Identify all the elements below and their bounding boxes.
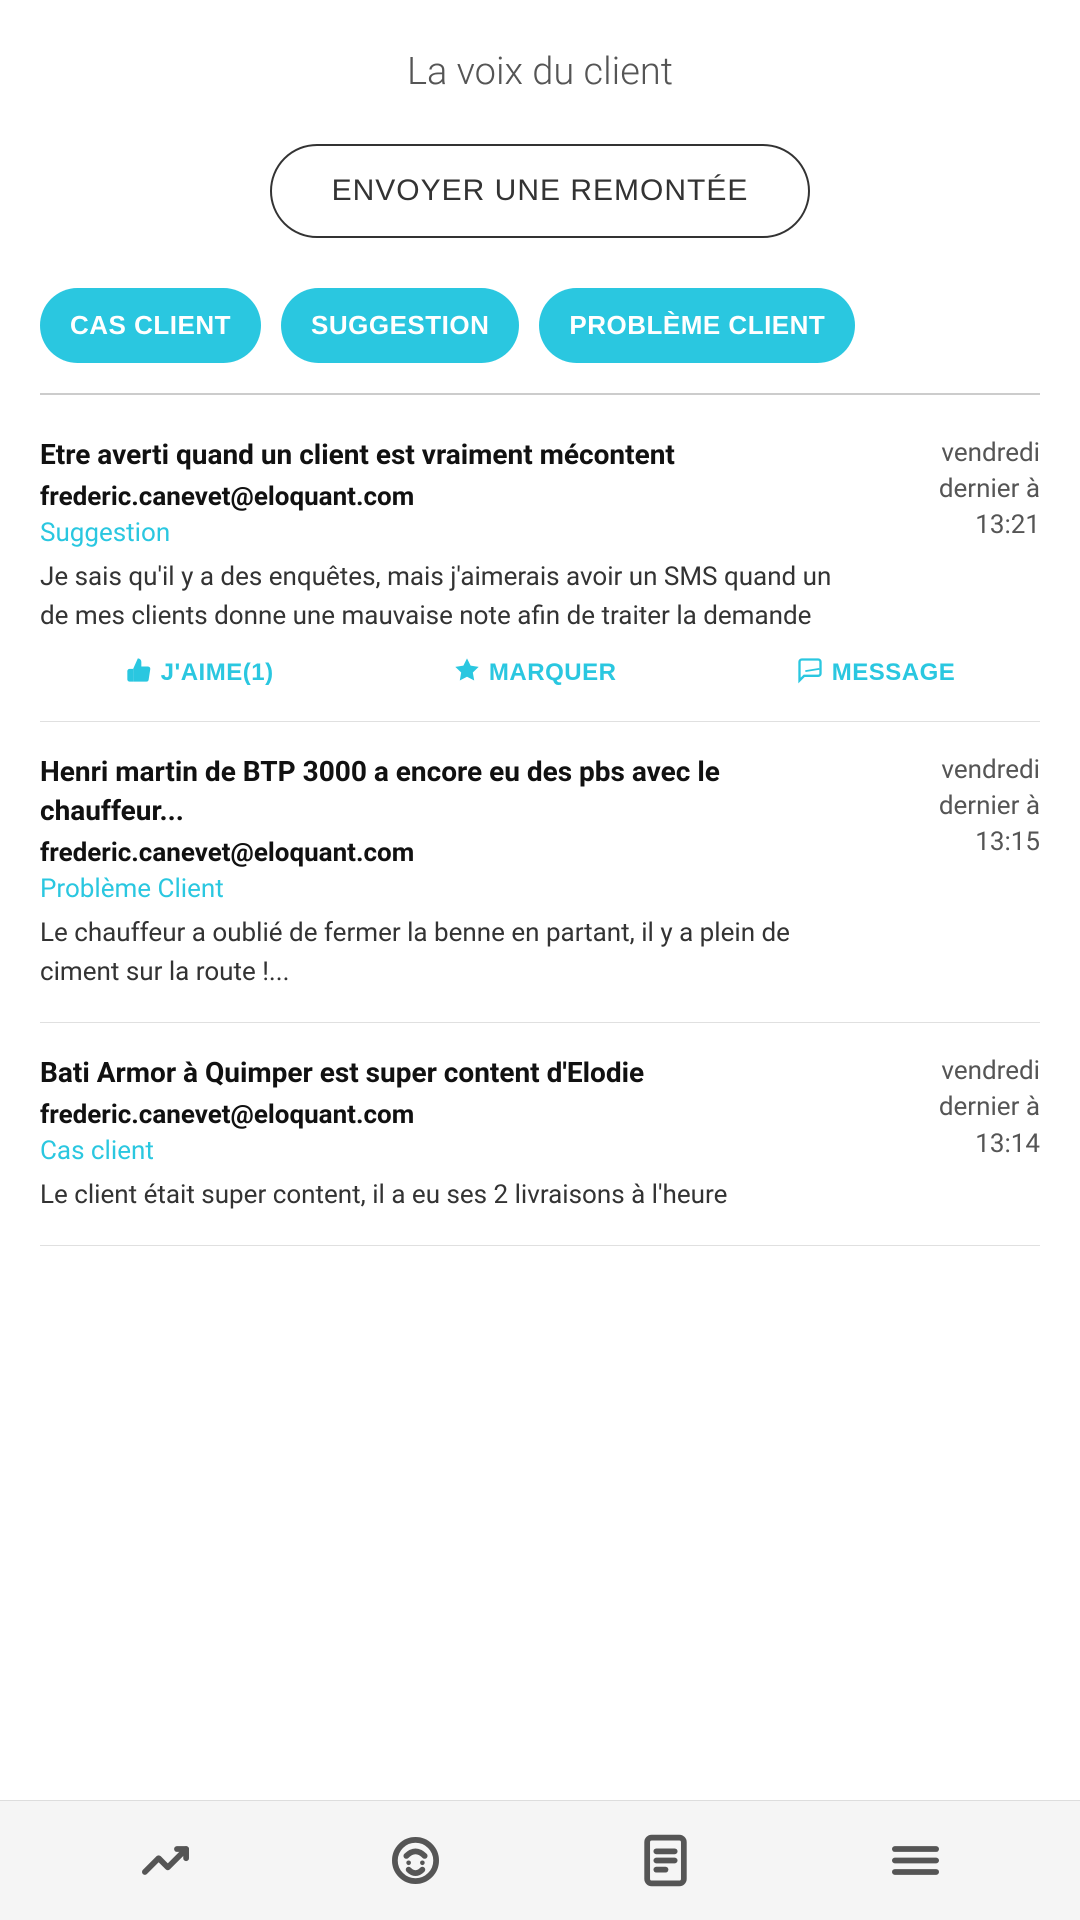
feed-item-title: Bati Armor à Quimper est super content d… (40, 1053, 840, 1092)
send-remontee-button[interactable]: ENVOYER UNE REMONTÉE (270, 144, 811, 238)
menu-icon (885, 1831, 945, 1891)
feed-item-author: frederic.canevet@eloquant.com (40, 482, 840, 512)
chat-icon (385, 1831, 445, 1891)
feed-item-date: vendredi dernier à 13:15 (860, 752, 1040, 861)
filter-tab-probleme-client[interactable]: PROBLÈME CLIENT (539, 288, 855, 363)
mark-button[interactable]: MARQUER (453, 656, 617, 691)
divider (40, 393, 1040, 395)
feed-item-date: vendredi dernier à 13:14 (860, 1053, 1040, 1162)
bottom-nav (0, 1800, 1080, 1920)
feed-item-author: frederic.canevet@eloquant.com (40, 838, 840, 868)
feed-item-title: Etre averti quand un client est vraiment… (40, 435, 840, 474)
filter-tab-cas-client[interactable]: CAS CLIENT (40, 288, 261, 363)
thumbs-up-icon (125, 656, 153, 691)
feed-container: Etre averti quand un client est vraiment… (0, 405, 1080, 1801)
mark-label: MARQUER (489, 659, 617, 687)
feed-item: Bati Armor à Quimper est super content d… (40, 1023, 1040, 1246)
feed-item-author: frederic.canevet@eloquant.com (40, 1100, 840, 1130)
send-button-container: ENVOYER UNE REMONTÉE (0, 124, 1080, 268)
feed-item-body: Je sais qu'il y a des enquêtes, mais j'a… (40, 558, 840, 636)
feed-item-body: Le chauffeur a oublié de fermer la benne… (40, 914, 840, 992)
message-label: MESSAGE (832, 659, 956, 687)
like-label: J'AIME(1) (161, 659, 274, 687)
feed-item-left: Henri martin de BTP 3000 a encore eu des… (40, 752, 840, 992)
nav-item-chat[interactable] (365, 1821, 465, 1901)
feed-item: Etre averti quand un client est vraiment… (40, 405, 1040, 722)
nav-item-chart[interactable] (115, 1821, 215, 1901)
feed-item-header: Bati Armor à Quimper est super content d… (40, 1053, 1040, 1215)
feed-item-date: vendredi dernier à 13:21 (860, 435, 1040, 544)
filter-tab-suggestion[interactable]: SUGGESTION (281, 288, 519, 363)
chart-icon (135, 1831, 195, 1891)
feed-item-header: Etre averti quand un client est vraiment… (40, 435, 1040, 636)
feed-item: Henri martin de BTP 3000 a encore eu des… (40, 722, 1040, 1023)
feed-item-body: Le client était super content, il a eu s… (40, 1176, 840, 1215)
feed-item-actions: J'AIME(1) MARQUER MESSAG (40, 636, 1040, 691)
nav-item-doc[interactable] (615, 1821, 715, 1901)
message-icon (796, 656, 824, 691)
page-title: La voix du client (0, 0, 1080, 124)
like-button[interactable]: J'AIME(1) (125, 656, 274, 691)
feed-item-tag: Suggestion (40, 518, 840, 548)
feed-item-left: Etre averti quand un client est vraiment… (40, 435, 840, 636)
feed-item-left: Bati Armor à Quimper est super content d… (40, 1053, 840, 1215)
feed-item-tag: Problème Client (40, 874, 840, 904)
doc-icon (635, 1831, 695, 1891)
feed-item-title: Henri martin de BTP 3000 a encore eu des… (40, 752, 840, 830)
filter-tabs-container: CAS CLIENT SUGGESTION PROBLÈME CLIENT (0, 268, 1080, 383)
message-button[interactable]: MESSAGE (796, 656, 956, 691)
feed-item-header: Henri martin de BTP 3000 a encore eu des… (40, 752, 1040, 992)
feed-item-tag: Cas client (40, 1136, 840, 1166)
star-icon (453, 656, 481, 691)
nav-item-menu[interactable] (865, 1821, 965, 1901)
